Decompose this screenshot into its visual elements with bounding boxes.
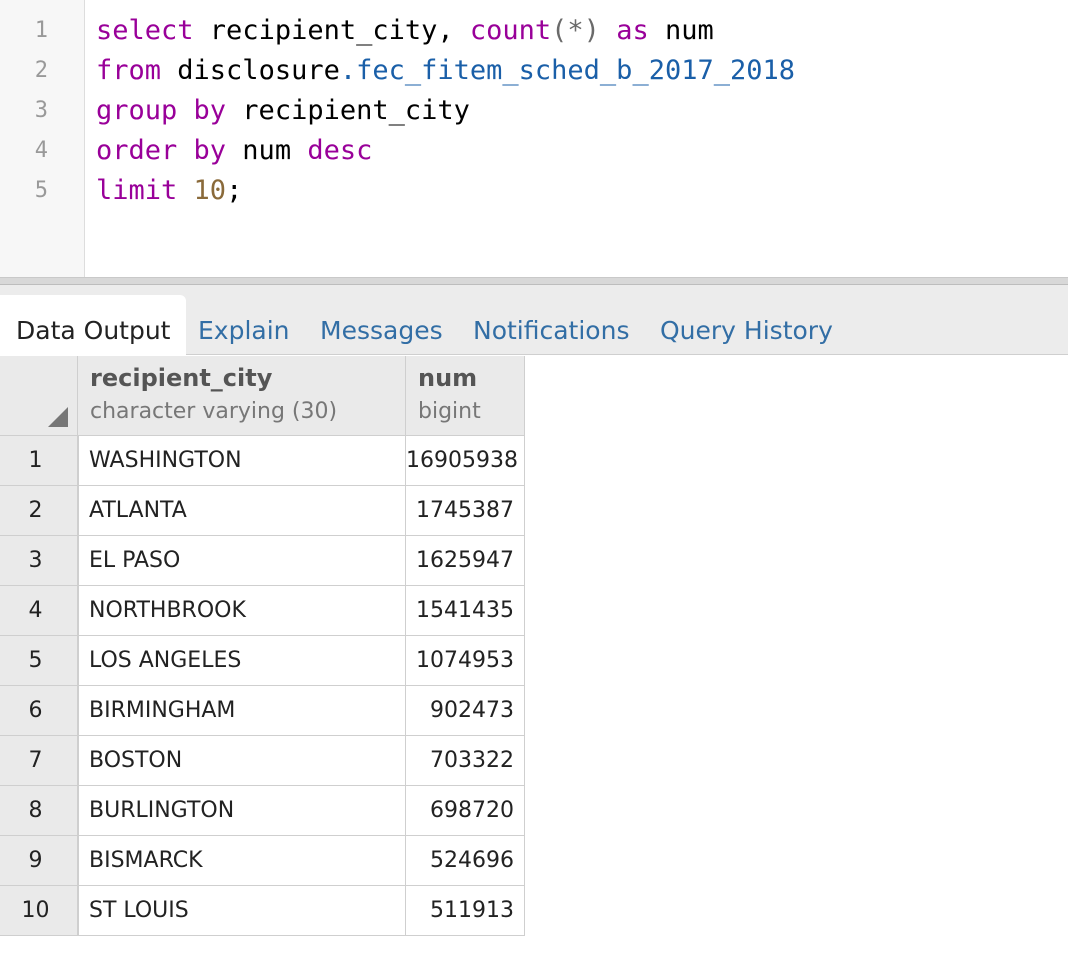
cell-num[interactable]: 703322 [406, 736, 525, 786]
line-number: 3 [34, 98, 48, 123]
cell-num[interactable]: 524696 [406, 836, 525, 886]
column-name: recipient_city [90, 364, 273, 392]
code-token: select [96, 15, 194, 46]
row-number[interactable]: 9 [0, 836, 78, 886]
cell-recipient-city[interactable]: BIRMINGHAM [78, 686, 406, 736]
code-token: num [226, 135, 308, 166]
corner-triangle-icon [48, 407, 68, 427]
code-token: (*) [551, 15, 600, 46]
code-line[interactable]: order by num desc [96, 131, 372, 171]
cell-num[interactable]: 698720 [406, 786, 525, 836]
code-token: group by [96, 95, 227, 126]
column-header-num[interactable]: num bigint [406, 356, 525, 436]
tab-explain[interactable]: Explain [198, 295, 290, 355]
cell-recipient-city[interactable]: LOS ANGELES [78, 636, 406, 686]
line-number-gutter: 1 2 3 4 5 [0, 0, 85, 277]
cell-recipient-city[interactable]: WASHINGTON [78, 436, 406, 486]
code-line[interactable]: group by recipient_city [96, 91, 470, 131]
code-line[interactable]: from disclosure.fec_fitem_sched_b_2017_2… [96, 51, 795, 91]
cell-recipient-city[interactable]: BURLINGTON [78, 786, 406, 836]
cell-num[interactable]: 16905938 [406, 436, 525, 486]
tab-data-output[interactable]: Data Output [0, 295, 187, 355]
row-number[interactable]: 2 [0, 486, 78, 536]
code-token: recipient_city, [193, 15, 470, 46]
code-token: .fec_fitem_sched_b_2017_2018 [339, 55, 795, 86]
cell-num[interactable]: 1541435 [406, 586, 525, 636]
code-token: disclosure [161, 55, 340, 86]
column-name: num [418, 364, 478, 392]
code-token: count [469, 15, 552, 46]
code-token: limit [96, 175, 178, 206]
select-all-corner[interactable] [0, 356, 78, 436]
cell-recipient-city[interactable]: BOSTON [78, 736, 406, 786]
code-token: desc [307, 135, 373, 166]
row-number[interactable]: 7 [0, 736, 78, 786]
panel-splitter[interactable] [0, 277, 1068, 285]
cell-num[interactable]: 511913 [406, 886, 525, 936]
cell-recipient-city[interactable]: NORTHBROOK [78, 586, 406, 636]
row-number[interactable]: 8 [0, 786, 78, 836]
row-number[interactable]: 10 [0, 886, 78, 936]
tab-query-history[interactable]: Query History [660, 295, 833, 355]
line-number: 2 [34, 58, 48, 83]
column-header-recipient-city[interactable]: recipient_city character varying (30) [78, 356, 406, 436]
code-token: as [616, 15, 649, 46]
code-token: order by [96, 135, 227, 166]
cell-recipient-city[interactable]: EL PASO [78, 536, 406, 586]
cell-num[interactable]: 1074953 [406, 636, 525, 686]
cell-num[interactable]: 1625947 [406, 536, 525, 586]
output-tab-bar: Data Output Explain Messages Notificatio… [0, 285, 1068, 355]
sql-editor[interactable]: 1 2 3 4 5 select recipient_city, count(*) as… [0, 0, 1068, 277]
tab-notifications[interactable]: Notifications [473, 295, 629, 355]
row-number[interactable]: 5 [0, 636, 78, 686]
cell-recipient-city[interactable]: BISMARCK [78, 836, 406, 886]
line-number: 1 [34, 18, 48, 43]
cell-recipient-city[interactable]: ST LOUIS [78, 886, 406, 936]
row-number[interactable]: 6 [0, 686, 78, 736]
cell-num[interactable]: 1745387 [406, 486, 525, 536]
row-number[interactable]: 1 [0, 436, 78, 486]
code-token: recipient_city [226, 95, 470, 126]
cell-num[interactable]: 902473 [406, 686, 525, 736]
row-number[interactable]: 3 [0, 536, 78, 586]
code-token: from [96, 55, 162, 86]
column-type: character varying (30) [90, 399, 338, 424]
code-token: ; [226, 175, 243, 206]
tab-messages[interactable]: Messages [320, 295, 443, 355]
code-token: 10 [193, 175, 227, 206]
code-line[interactable]: select recipient_city, count(*) as num [96, 11, 714, 51]
code-line[interactable]: limit 10; [96, 171, 242, 211]
line-number: 4 [34, 138, 48, 163]
column-type: bigint [418, 399, 481, 424]
row-number[interactable]: 4 [0, 586, 78, 636]
cell-recipient-city[interactable]: ATLANTA [78, 486, 406, 536]
code-token: num [648, 15, 714, 46]
line-number: 5 [34, 178, 48, 203]
